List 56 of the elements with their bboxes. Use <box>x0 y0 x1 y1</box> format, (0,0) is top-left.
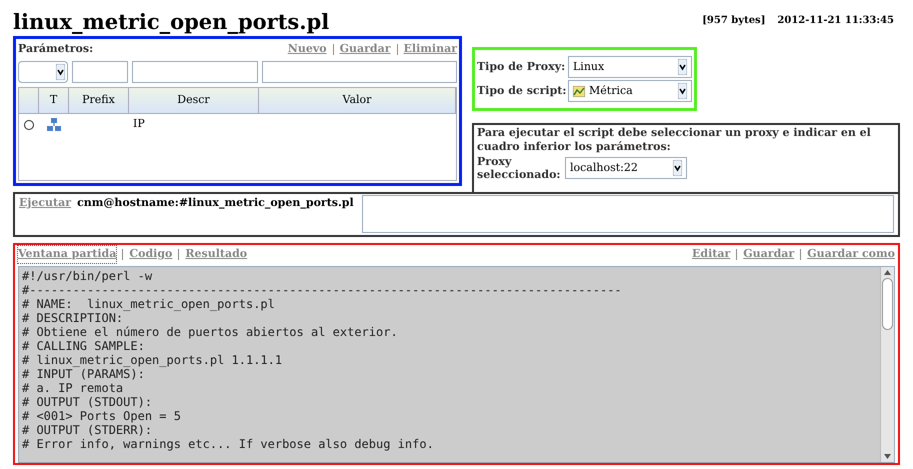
code-line: # OUTPUT (STDERR): <box>22 422 152 436</box>
action-link[interactable]: Guardar <box>340 41 391 58</box>
field-label: Tipo de script: <box>477 82 566 99</box>
code-line: #---------------------------------------------------------------------------------- <box>22 282 622 296</box>
select-field[interactable]: Linux <box>568 56 692 78</box>
action-link[interactable]: Guardar <box>743 246 794 262</box>
prefix-field[interactable] <box>72 60 128 82</box>
action-link[interactable]: Editar <box>692 246 730 262</box>
file-date: 2012-11-21 11:33:45 <box>777 14 894 28</box>
view-tab[interactable]: Ventana partida <box>18 246 116 262</box>
view-tab[interactable]: Codigo <box>129 246 172 262</box>
code-line: # INPUT (PARAMS): <box>22 366 145 380</box>
parameters-label: Parámetros: <box>18 41 94 57</box>
command-field[interactable] <box>362 195 894 233</box>
code-line: # CALLING SAMPLE: <box>22 338 145 352</box>
scroll-up-icon[interactable] <box>884 270 891 274</box>
field-label: Tipo de Proxy: <box>477 58 566 75</box>
action-link[interactable]: Guardar como <box>807 246 895 262</box>
type-select[interactable] <box>18 60 68 82</box>
code-line: # Obtiene el número de puertos abiertos al exterior. <box>22 324 398 338</box>
chevron-down-icon <box>673 160 682 176</box>
code-line: # OUTPUT (STDOUT): <box>22 394 152 408</box>
proxy-select[interactable]: localhost:22 <box>565 157 687 179</box>
column-header[interactable]: Descr <box>177 92 210 108</box>
chevron-down-icon <box>678 59 687 75</box>
code-line: # Error info, warnings etc... If verbose also debug info. <box>22 436 434 450</box>
action-link[interactable]: Eliminar <box>404 41 457 58</box>
code-line: #!/usr/bin/perl -w <box>22 268 152 282</box>
chevron-down-icon <box>678 83 687 99</box>
scroll-thumb[interactable] <box>882 278 893 330</box>
value-field[interactable] <box>262 60 457 82</box>
code-line: # DESCRIPTION: <box>22 310 124 324</box>
info-text: Para ejecutar el script debe seleccionar un proxy e indicar en el cuadro inferior los parámetros: <box>477 126 872 154</box>
table-cell: IP <box>133 117 145 130</box>
view-tab[interactable]: Resultado <box>185 246 248 262</box>
chart-icon <box>573 86 585 96</box>
scrollbar[interactable] <box>880 266 894 462</box>
column-header[interactable]: T <box>50 92 58 108</box>
network-icon <box>47 118 61 132</box>
file-size: [957 bytes] <box>702 14 766 28</box>
command-text: cnm@hostname:#linux_metric_open_ports.pl <box>77 195 354 211</box>
radio-button[interactable] <box>24 120 34 130</box>
column-header[interactable]: Valor <box>342 92 372 108</box>
action-link[interactable]: Nuevo <box>288 41 327 58</box>
select-field[interactable]: Métrica <box>568 80 692 102</box>
code-line: # NAME: linux_metric_open_ports.pl <box>22 296 275 310</box>
code-line: # linux_metric_open_ports.pl 1.1.1.1 <box>22 352 282 366</box>
column-header[interactable]: Prefix <box>82 92 115 108</box>
chevron-down-icon <box>56 64 65 80</box>
code-line: # <001> Ports Open = 5 <box>22 408 181 422</box>
scroll-down-icon[interactable] <box>884 454 891 459</box>
descr-field[interactable] <box>132 60 258 82</box>
execute-link[interactable]: Ejecutar <box>19 195 72 235</box>
proxy-label: Proxy seleccionado: <box>477 155 557 181</box>
page-title: linux_metric_open_ports.pl <box>13 8 330 36</box>
code-line: # a. IP remota <box>22 380 124 394</box>
